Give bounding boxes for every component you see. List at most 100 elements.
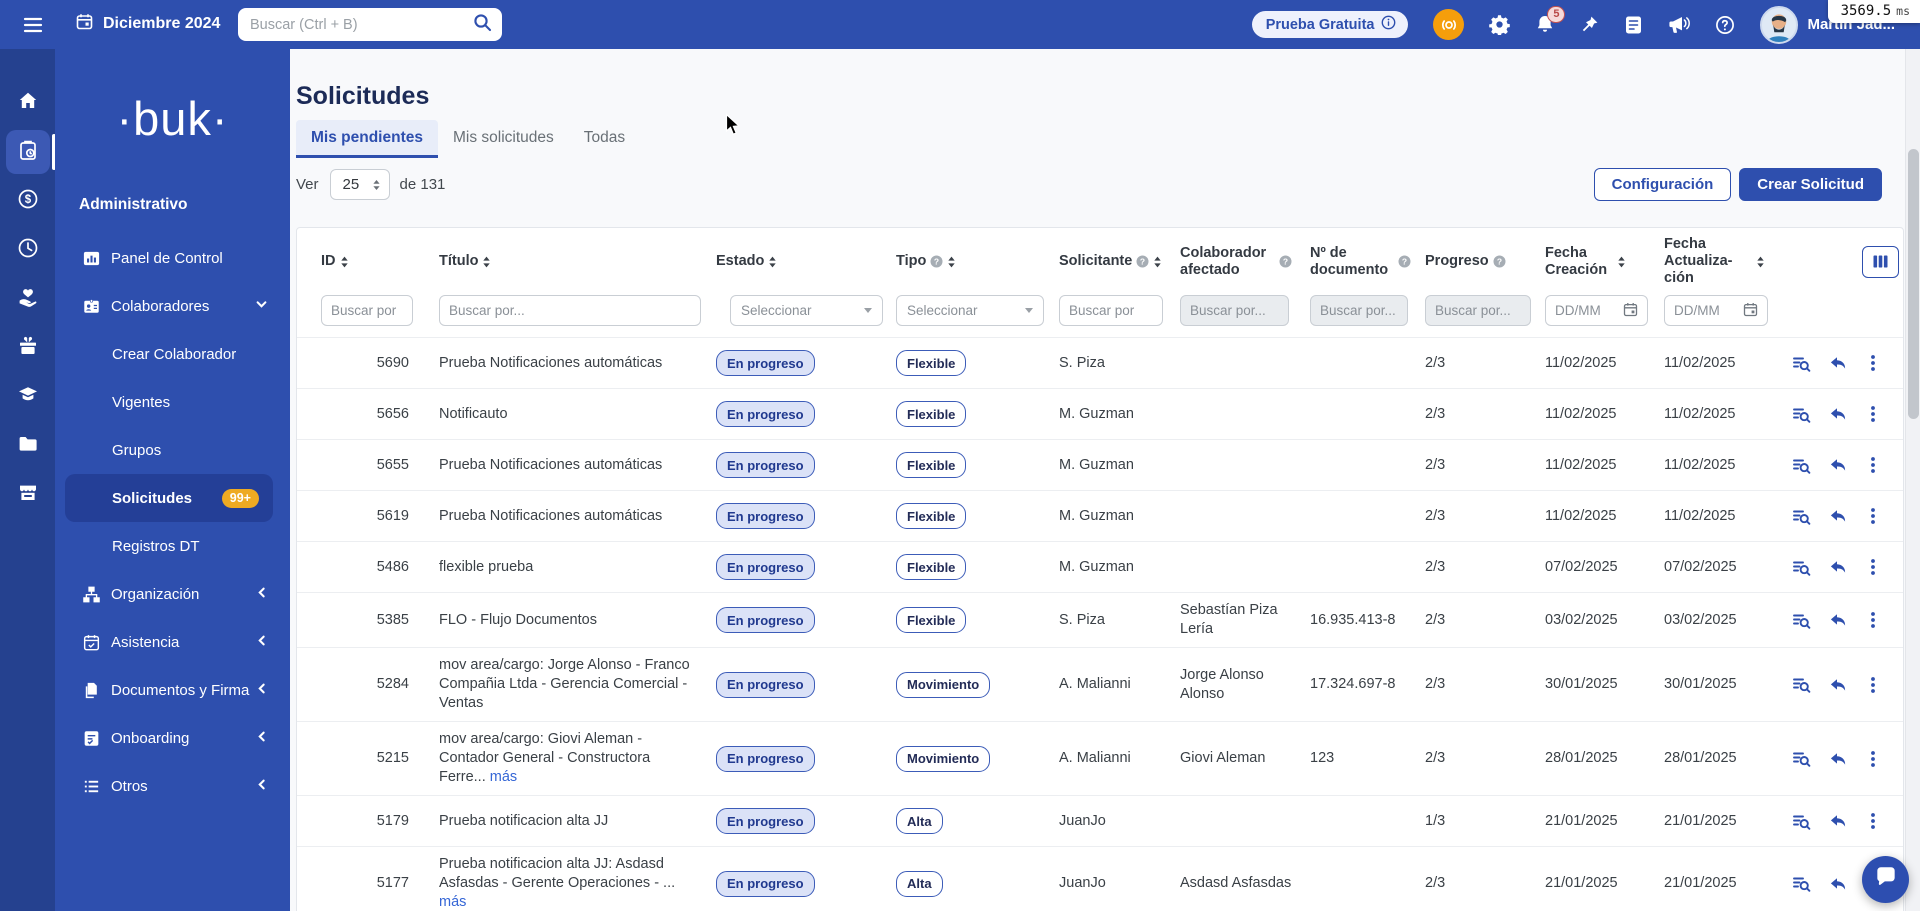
chat-fab[interactable] <box>1862 856 1909 903</box>
sort-icon[interactable] <box>482 256 491 268</box>
help-icon[interactable] <box>1715 15 1735 35</box>
tab-mis-solicitudes[interactable]: Mis solicitudes <box>438 120 569 158</box>
notifications-bell-icon[interactable]: 5 <box>1535 6 1566 35</box>
vertical-scrollbar[interactable] <box>1905 49 1920 911</box>
global-search[interactable] <box>238 8 502 41</box>
column-header-tipo[interactable]: Tipo? <box>888 234 1051 289</box>
sidebar-subitem-grupos[interactable]: Grupos <box>55 426 290 474</box>
hamburger-menu-icon[interactable] <box>23 17 43 38</box>
column-header-id[interactable]: ID <box>297 234 423 289</box>
column-help-icon[interactable]: ? <box>1493 255 1506 268</box>
return-request-button[interactable] <box>1828 557 1848 577</box>
sort-icon[interactable] <box>947 256 956 268</box>
announcements-megaphone-icon[interactable] <box>1668 15 1691 35</box>
filter-solicitante-input[interactable] <box>1059 295 1163 326</box>
sort-icon[interactable] <box>1617 256 1626 268</box>
column-help-icon[interactable]: ? <box>930 255 943 268</box>
filter-ndoc-input[interactable] <box>1310 295 1408 326</box>
return-request-button[interactable] <box>1828 506 1848 526</box>
more-options-button[interactable] <box>1864 749 1882 769</box>
settings-gear-icon[interactable] <box>1489 14 1511 35</box>
sidebar-item-colaboradores[interactable]: Colaboradores <box>55 282 290 330</box>
search-input[interactable] <box>250 16 473 33</box>
trial-badge[interactable]: Prueba Gratuita <box>1251 11 1409 38</box>
more-options-button[interactable] <box>1864 811 1882 831</box>
sidebar-item-otros[interactable]: Otros <box>55 762 290 810</box>
show-more-link[interactable]: más <box>439 894 466 910</box>
sort-icon[interactable] <box>340 256 349 268</box>
view-details-button[interactable] <box>1791 811 1812 832</box>
rail-item-dollar[interactable]: $ <box>6 179 50 223</box>
view-details-button[interactable] <box>1791 506 1812 527</box>
view-details-button[interactable] <box>1791 748 1812 769</box>
return-request-button[interactable] <box>1828 353 1848 373</box>
period-selector[interactable]: Diciembre 2024 <box>76 13 220 35</box>
return-request-button[interactable] <box>1828 404 1848 424</box>
view-details-button[interactable] <box>1791 455 1812 476</box>
filter-fecha_creacion-date[interactable]: DD/MM <box>1545 295 1648 326</box>
view-details-button[interactable] <box>1791 353 1812 374</box>
column-header-fecha_creacion[interactable]: Fecha Creación <box>1537 234 1656 289</box>
column-help-icon[interactable]: ? <box>1279 255 1292 268</box>
scrollbar-thumb[interactable] <box>1908 149 1919 419</box>
return-request-button[interactable] <box>1828 874 1848 894</box>
page-size-select[interactable]: 25 <box>329 169 390 200</box>
show-more-link[interactable]: más <box>490 769 517 785</box>
updates-list-icon[interactable] <box>1624 15 1643 35</box>
search-icon[interactable] <box>473 13 492 37</box>
return-request-button[interactable] <box>1828 455 1848 475</box>
sidebar-item-panel-de-control[interactable]: Panel de Control <box>55 234 290 282</box>
sort-icon[interactable] <box>1756 256 1765 268</box>
filter-titulo-input[interactable] <box>439 295 701 326</box>
more-options-button[interactable] <box>1864 557 1882 577</box>
sidebar-item-organizaci-n[interactable]: Organización <box>55 570 290 618</box>
more-options-button[interactable] <box>1864 506 1882 526</box>
sort-icon[interactable] <box>768 256 777 268</box>
rail-item-folder[interactable] <box>6 424 50 468</box>
view-details-button[interactable] <box>1791 674 1812 695</box>
sidebar-subitem-crear-colaborador[interactable]: Crear Colaborador <box>55 330 290 378</box>
rail-item-gift[interactable] <box>6 326 50 370</box>
column-header-estado[interactable]: Estado <box>708 234 888 289</box>
column-header-titulo[interactable]: Título <box>423 234 708 289</box>
return-request-button[interactable] <box>1828 749 1848 769</box>
create-request-button[interactable]: Crear Solicitud <box>1739 168 1882 201</box>
rail-item-store[interactable] <box>6 473 50 517</box>
sidebar-subitem-vigentes[interactable]: Vigentes <box>55 378 290 426</box>
more-options-button[interactable] <box>1864 675 1882 695</box>
view-details-button[interactable] <box>1791 610 1812 631</box>
return-request-button[interactable] <box>1828 675 1848 695</box>
sidebar-subitem-solicitudes[interactable]: Solicitudes 99+ <box>65 474 273 522</box>
column-help-icon[interactable]: ? <box>1136 255 1149 268</box>
column-settings-button[interactable] <box>1862 245 1899 278</box>
configuration-button[interactable]: Configuración <box>1593 168 1732 201</box>
pin-shortcuts-icon[interactable] <box>1580 15 1599 34</box>
filter-tipo-select[interactable]: Seleccionar <box>896 295 1044 326</box>
more-options-button[interactable] <box>1864 353 1882 373</box>
filter-progreso-input[interactable] <box>1425 295 1531 326</box>
column-header-solicitante[interactable]: Solicitante? <box>1051 234 1172 289</box>
filter-colaborador-input[interactable] <box>1180 295 1289 326</box>
more-options-button[interactable] <box>1864 610 1882 630</box>
rail-item-clipboard-clock[interactable] <box>5 130 56 174</box>
filter-estado-select[interactable]: Seleccionar <box>730 295 883 326</box>
more-options-button[interactable] <box>1864 404 1882 424</box>
view-details-button[interactable] <box>1791 404 1812 425</box>
rail-item-clock[interactable] <box>6 228 50 272</box>
return-request-button[interactable] <box>1828 811 1848 831</box>
view-details-button[interactable] <box>1791 557 1812 578</box>
rail-item-home[interactable] <box>6 81 50 125</box>
rail-item-graduation[interactable] <box>6 375 50 419</box>
more-options-button[interactable] <box>1864 455 1882 475</box>
column-header-fecha_actualizacion[interactable]: Fecha Actualiza-ción <box>1656 228 1773 295</box>
tab-mis-pendientes[interactable]: Mis pendientes <box>296 120 438 158</box>
rewards-icon[interactable] <box>1433 9 1465 40</box>
tab-todas[interactable]: Todas <box>569 120 640 158</box>
sidebar-item-asistencia[interactable]: Asistencia <box>55 618 290 666</box>
column-help-icon[interactable]: ? <box>1398 255 1411 268</box>
filter-fecha_actualizacion-date[interactable]: DD/MM <box>1664 295 1768 326</box>
sort-icon[interactable] <box>1153 256 1162 268</box>
return-request-button[interactable] <box>1828 610 1848 630</box>
view-details-button[interactable] <box>1791 873 1812 894</box>
sidebar-subitem-registros-dt[interactable]: Registros DT <box>55 522 290 570</box>
